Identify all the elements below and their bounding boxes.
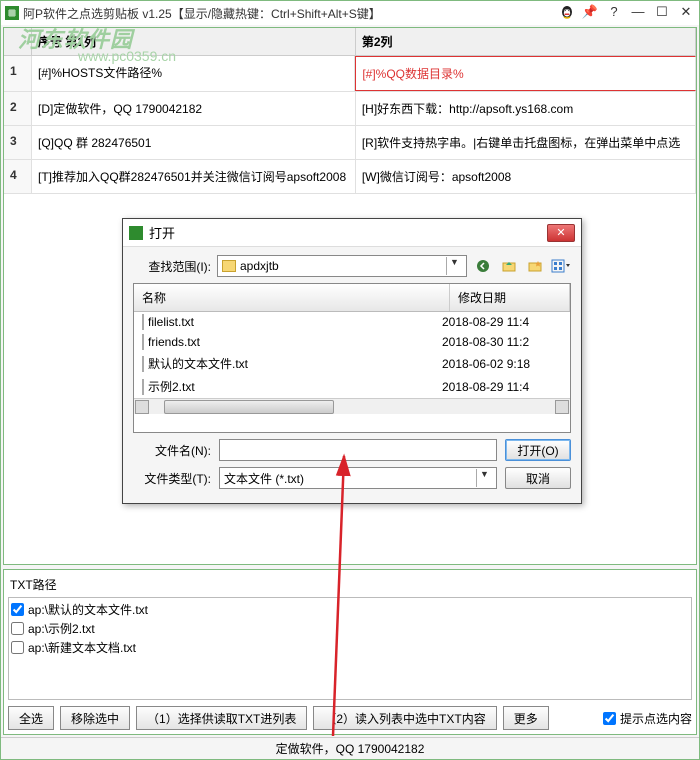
txt-item-text: ap:\新建文本文档.txt bbox=[28, 639, 136, 656]
folder-name: apdxjtb bbox=[240, 259, 446, 273]
folder-icon bbox=[222, 260, 236, 272]
col2-header[interactable]: 第2列 bbox=[356, 28, 696, 55]
file-name: 默认的文本文件.txt bbox=[148, 357, 248, 371]
open-file-dialog: 打开 ✕ 查找范围(I): apdxjtb ▼ 名称 修改日期 filelist… bbox=[122, 218, 582, 504]
filename-label: 文件名(N): bbox=[133, 442, 211, 459]
up-folder-icon[interactable] bbox=[499, 256, 519, 276]
txt-list-item[interactable]: ap:\示例2.txt bbox=[11, 619, 689, 638]
cell-col2[interactable]: [#]%QQ数据目录% bbox=[355, 56, 696, 91]
open-button[interactable]: 打开(O) bbox=[505, 439, 571, 461]
file-name: friends.txt bbox=[148, 335, 200, 349]
new-folder-icon[interactable] bbox=[525, 256, 545, 276]
col-name-header[interactable]: 名称 bbox=[134, 284, 450, 311]
cell-col1[interactable]: [T]推荐加入QQ群282476501并关注微信订阅号apsoft2008 bbox=[32, 160, 356, 193]
row-number: 2 bbox=[4, 92, 32, 125]
file-item[interactable]: 默认的文本文件.txt 2018-06-02 9:18 bbox=[134, 352, 570, 375]
txt-path-label: TXT路径 bbox=[8, 574, 692, 597]
txt-list-item[interactable]: ap:\默认的文本文件.txt bbox=[11, 600, 689, 619]
file-name: filelist.txt bbox=[148, 315, 194, 329]
txt-list[interactable]: ap:\默认的文本文件.txt ap:\示例2.txt ap:\新建文本文档.txt bbox=[8, 597, 692, 700]
minimize-button[interactable]: ― bbox=[629, 5, 647, 21]
text-file-icon bbox=[142, 314, 144, 330]
dialog-close-button[interactable]: ✕ bbox=[547, 224, 575, 242]
more-button[interactable]: 更多 bbox=[503, 706, 549, 730]
table-row[interactable]: 3[Q]QQ 群 282476501[R]软件支持热字串。|右键单击托盘图标，在… bbox=[4, 126, 696, 160]
back-icon[interactable] bbox=[473, 256, 493, 276]
filetype-combo[interactable]: 文本文件 (*.txt) ▼ bbox=[219, 467, 497, 489]
look-in-combo[interactable]: apdxjtb ▼ bbox=[217, 255, 467, 277]
combo-arrow-icon[interactable]: ▼ bbox=[446, 257, 462, 275]
txt-item-checkbox[interactable] bbox=[11, 622, 24, 635]
cell-col2[interactable]: [H]好东西下载：http://apsoft.ys168.com bbox=[356, 92, 696, 125]
step2-button[interactable]: （2）读入列表中选中TXT内容 bbox=[313, 706, 496, 730]
dialog-title: 打开 bbox=[149, 223, 547, 242]
window-title: 阿P软件之点选剪贴板 v1.25【显示/隐藏热键：Ctrl+Shift+Alt+… bbox=[23, 5, 559, 22]
cell-col1[interactable]: [Q]QQ 群 282476501 bbox=[32, 126, 356, 159]
table-row[interactable]: 4[T]推荐加入QQ群282476501并关注微信订阅号apsoft2008[W… bbox=[4, 160, 696, 194]
file-date: 2018-08-29 11:4 bbox=[442, 380, 562, 394]
step1-button[interactable]: （1）选择供读取TXT进列表 bbox=[136, 706, 307, 730]
text-file-icon bbox=[142, 334, 144, 350]
maximize-button[interactable]: ☐ bbox=[653, 5, 671, 21]
cell-col2[interactable]: [W]微信订阅号：apsoft2008 bbox=[356, 160, 696, 193]
cell-col1[interactable]: [D]定做软件，QQ 1790042182 bbox=[32, 92, 356, 125]
dialog-icon bbox=[129, 226, 143, 240]
select-all-button[interactable]: 全选 bbox=[8, 706, 54, 730]
table-row[interactable]: 2[D]定做软件，QQ 1790042182[H]好东西下载：http://ap… bbox=[4, 92, 696, 126]
table-row[interactable]: 1[#]%HOSTS文件路径%[#]%QQ数据目录% bbox=[4, 56, 696, 92]
pin-button[interactable]: 📌 bbox=[581, 5, 599, 21]
file-date: 2018-06-02 9:18 bbox=[442, 357, 562, 371]
text-file-icon bbox=[142, 379, 144, 395]
hint-checkbox[interactable] bbox=[603, 712, 616, 725]
filetype-value: 文本文件 (*.txt) bbox=[224, 470, 476, 487]
help-button[interactable]: ? bbox=[605, 5, 623, 21]
hint-text: 提示点选内容 bbox=[620, 710, 692, 727]
remove-selected-button[interactable]: 移除选中 bbox=[60, 706, 130, 730]
titlebar: 阿P软件之点选剪贴板 v1.25【显示/隐藏热键：Ctrl+Shift+Alt+… bbox=[1, 1, 699, 25]
col1-header[interactable]: 序号 第1列 bbox=[32, 28, 356, 55]
file-name: 示例2.txt bbox=[148, 380, 195, 394]
file-item[interactable]: 示例2.txt 2018-08-29 11:4 bbox=[134, 375, 570, 398]
filetype-label: 文件类型(T): bbox=[133, 470, 211, 487]
look-in-label: 查找范围(I): bbox=[133, 258, 211, 275]
file-item[interactable]: filelist.txt 2018-08-29 11:4 bbox=[134, 312, 570, 332]
file-date: 2018-08-30 11:2 bbox=[442, 335, 562, 349]
txt-list-item[interactable]: ap:\新建文本文档.txt bbox=[11, 638, 689, 657]
filename-input[interactable] bbox=[219, 439, 497, 461]
file-list[interactable]: 名称 修改日期 filelist.txt 2018-08-29 11:4 frien… bbox=[133, 283, 571, 433]
row-number: 3 bbox=[4, 126, 32, 159]
txt-item-text: ap:\示例2.txt bbox=[28, 620, 95, 637]
file-item[interactable]: friends.txt 2018-08-30 11:2 bbox=[134, 332, 570, 352]
file-date: 2018-08-29 11:4 bbox=[442, 315, 562, 329]
filetype-arrow-icon[interactable]: ▼ bbox=[476, 469, 492, 487]
cell-col2[interactable]: [R]软件支持热字串。|右键单击托盘图标，在弹出菜单中点选 bbox=[356, 126, 696, 159]
txt-item-checkbox[interactable] bbox=[11, 603, 24, 616]
scroll-thumb[interactable] bbox=[164, 400, 334, 414]
txt-panel: TXT路径 ap:\默认的文本文件.txt ap:\示例2.txt ap:\新建文本… bbox=[3, 569, 697, 735]
cell-col1[interactable]: [#]%HOSTS文件路径% bbox=[32, 56, 355, 91]
txt-item-text: ap:\默认的文本文件.txt bbox=[28, 601, 148, 618]
statusbar: 定做软件，QQ 1790042182 bbox=[1, 737, 699, 757]
close-button[interactable]: ✕ bbox=[677, 5, 695, 21]
col-date-header[interactable]: 修改日期 bbox=[450, 284, 570, 311]
cancel-button[interactable]: 取消 bbox=[505, 467, 571, 489]
qq-icon[interactable] bbox=[559, 5, 575, 21]
app-icon bbox=[5, 6, 19, 20]
horizontal-scrollbar[interactable] bbox=[134, 398, 570, 414]
row-number: 4 bbox=[4, 160, 32, 193]
scroll-left-button[interactable] bbox=[135, 400, 149, 414]
text-file-icon bbox=[142, 356, 144, 372]
col-number-header[interactable] bbox=[4, 28, 32, 55]
scroll-right-button[interactable] bbox=[555, 400, 569, 414]
hint-checkbox-label[interactable]: 提示点选内容 bbox=[603, 710, 692, 727]
txt-item-checkbox[interactable] bbox=[11, 641, 24, 654]
row-number: 1 bbox=[4, 56, 32, 91]
view-menu-icon[interactable] bbox=[551, 256, 571, 276]
